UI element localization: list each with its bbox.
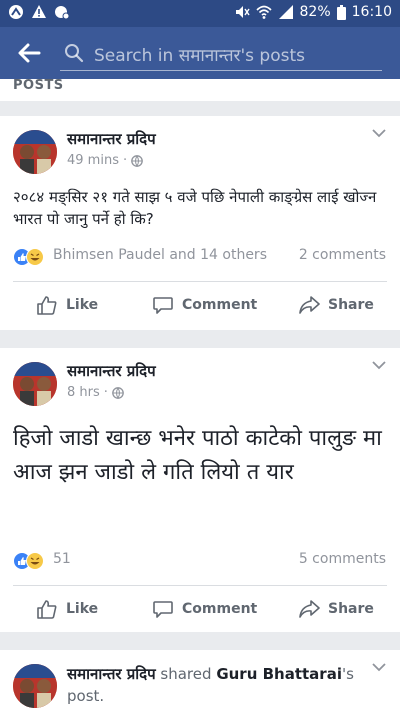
avatar[interactable] [13,362,57,406]
like-icon [37,600,57,619]
post-actions: Like Comment Share [0,283,400,327]
globe-icon [131,154,143,167]
comment-icon [153,601,173,618]
search-field[interactable]: Search in समानान्तर's posts [60,37,382,71]
comment-label: Comment [182,297,258,313]
like-label: Like [66,601,99,617]
chat-icon [55,6,70,20]
post-card: समानान्तर प्रदिप 8 hrs · हिजो जाडो खान्छ… [0,348,400,632]
clock: 16:10 [351,4,392,20]
post-card: समानान्तर प्रदिप shared Guru Bhattarai's… [0,650,400,711]
app-bar: Search in समानान्तर's posts [0,27,400,79]
post-time[interactable]: 8 hrs [67,385,100,400]
like-label: Like [66,297,99,313]
post-author[interactable]: समानान्तर प्रदिप [67,361,156,381]
comment-label: Comment [182,601,258,617]
share-button[interactable]: Share [298,587,374,631]
comment-icon [153,297,173,314]
search-placeholder: Search in समानान्तर's posts [94,46,305,66]
signal-icon [278,5,293,19]
globe-icon [112,386,124,399]
reactions-summary: Bhimsen Paudel and 14 others [53,247,267,263]
back-arrow-icon[interactable] [16,40,42,66]
share-button[interactable]: Share [298,283,374,327]
post-text: २०८४ मङ्सिर २१ गते साझ ५ वजे पछि नेपाली … [13,188,377,228]
comment-button[interactable]: Comment [152,283,257,327]
post-author[interactable]: समानान्तर प्रदिप [67,129,156,149]
shared-post-header: समानान्तर प्रदिप shared Guru Bhattarai's… [67,663,360,707]
avatar-image [13,664,57,708]
avatar-image [13,130,57,174]
post-actions: Like Comment Share [0,587,400,631]
posts-section-header: POSTS [0,78,400,101]
post-text: हिजो जाडो खान्छ भनेर पाठो काटेको पालुङ म… [13,426,382,485]
shared-author[interactable]: Guru Bhattarai [216,665,342,683]
search-icon [65,44,84,63]
like-button[interactable]: Like [36,283,98,327]
chevron-down-icon[interactable] [372,128,386,138]
post-card: समानान्तर प्रदिप 49 mins · २०८४ मङ्सिर २… [0,116,400,330]
share-label: Share [328,297,374,313]
shared-text: shared [160,665,212,683]
reactions-row[interactable]: Bhimsen Paudel and 14 others 2 comments [13,246,386,268]
comments-count[interactable]: 5 comments [299,551,386,567]
status-bar: 82% 16:10 [0,0,400,27]
share-label: Share [328,601,374,617]
warning-icon [32,5,46,18]
battery-icon [336,4,346,20]
like-icon [37,296,57,315]
divider [13,281,387,282]
avatar[interactable] [13,664,57,708]
like-button[interactable]: Like [36,587,98,631]
divider [13,585,387,586]
share-icon [299,600,320,618]
comment-button[interactable]: Comment [152,587,257,631]
section-label: POSTS [13,78,64,93]
post-meta: 49 mins · [67,153,143,168]
mute-icon [235,6,250,18]
battery-percent: 82% [299,4,331,20]
avatar-image [13,362,57,406]
reactions-summary: 51 [53,551,71,567]
post-time[interactable]: 49 mins [67,153,119,168]
share-icon [299,296,320,314]
chevron-down-icon[interactable] [372,662,386,672]
like-haha-reaction-icon [13,248,44,266]
comments-count[interactable]: 2 comments [299,247,386,263]
avatar[interactable] [13,130,57,174]
post-author[interactable]: समानान्तर प्रदिप [67,665,156,683]
chevron-down-icon[interactable] [372,360,386,370]
post-meta: 8 hrs · [67,385,124,400]
notification-icon [9,5,23,19]
wifi-icon [255,5,272,19]
reactions-row[interactable]: 51 5 comments [13,550,386,572]
like-haha-reaction-icon [13,552,44,570]
